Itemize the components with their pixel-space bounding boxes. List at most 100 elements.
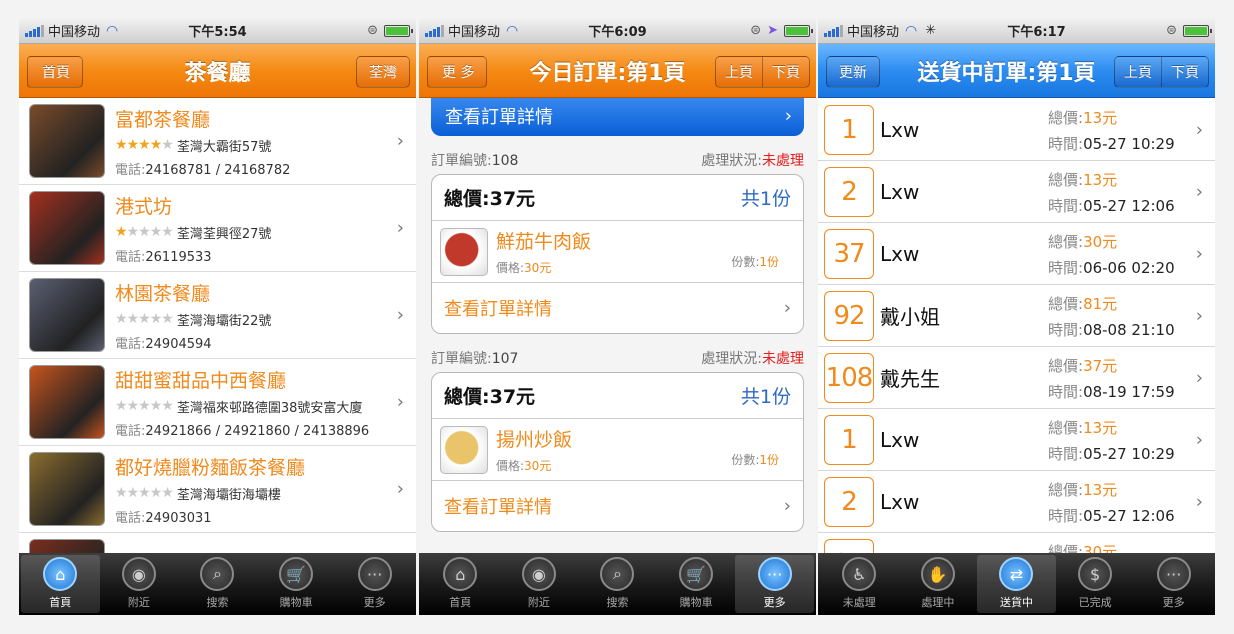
order-time: 05-27 12:06: [1083, 197, 1175, 215]
order-header: 訂單編號:107 處理狀況:未處理: [419, 348, 816, 368]
tab-more[interactable]: ··· 更多: [735, 555, 814, 613]
search-icon: ⌕: [200, 557, 235, 591]
restaurant-name: 甜甜蜜甜品中西餐廳: [115, 369, 287, 392]
total-label: 總價:: [1048, 295, 1084, 313]
phone-label: 電話:: [115, 336, 146, 352]
list-item[interactable]: 2 Lxw 總價:13元 時間:05-27 12:06 ›: [818, 161, 1215, 223]
list-item[interactable]: 37總價:30元›: [818, 533, 1215, 553]
phone-label: 電話:: [115, 249, 146, 265]
star-filled-icon: ★: [126, 137, 140, 153]
view-order-details-button[interactable]: 查看訂單詳情 ›: [432, 283, 803, 333]
tab-nearby[interactable]: ◉ 附近: [500, 555, 579, 613]
tab-cart[interactable]: 🛒 購物車: [657, 555, 736, 613]
tab-cart[interactable]: 🛒 購物車: [257, 555, 336, 613]
star-filled-icon: ★: [115, 137, 128, 153]
order-summary: 總價:30元: [1048, 539, 1117, 553]
tab-more[interactable]: ··· 更多: [335, 555, 414, 613]
back-button[interactable]: 更 多: [427, 56, 488, 88]
tab-completed[interactable]: $ 已完成: [1056, 555, 1135, 613]
list-item[interactable]: 92 戴小姐 總價:81元 時間:08-08 21:10 ›: [818, 285, 1215, 347]
tab-search[interactable]: ⌕ 搜索: [578, 555, 657, 613]
back-button[interactable]: 首頁: [27, 56, 83, 88]
screen-restaurant-list: 中国移动 ◠ 下午5:54 ⊜ 首頁 茶餐廳 荃灣 › 富都茶餐廳 ★★★★★ 荃灣大…: [19, 18, 416, 615]
phone-number: 26119533: [145, 249, 212, 265]
tab-search[interactable]: ⌕ 搜索: [178, 555, 257, 613]
refresh-button[interactable]: 更新: [826, 56, 880, 88]
order-time: 08-19 17:59: [1083, 383, 1175, 401]
tab-processing[interactable]: ✋ 處理中: [899, 555, 978, 613]
star-empty-icon: ★: [126, 398, 140, 414]
order-number-badge: 92: [824, 290, 874, 341]
order-card: 總價:37元 共1份 鮮茄牛肉飯 價格:30元 份數:1份 查看訂單詳情 ›: [431, 174, 804, 334]
list-item[interactable]: 108 戴先生 總價:37元 時間:08-19 17:59 ›: [818, 347, 1215, 409]
time-label: 時間:: [1048, 445, 1084, 463]
order-summary: 總價:37元 時間:08-19 17:59: [1048, 353, 1175, 405]
list-item[interactable]: 37 Lxw 總價:30元 時間:06-06 02:20 ›: [818, 223, 1215, 285]
view-order-details-button[interactable]: 查看訂單詳情 ›: [431, 98, 804, 136]
list-item[interactable]: 1 Lxw 總價:13元 時間:05-27 10:29 ›: [818, 409, 1215, 471]
total-label: 總價:: [1048, 171, 1084, 189]
battery-icon: [384, 24, 413, 37]
list-item[interactable]: › 港式坊 ★★★★★ 荃灣荃興徑27號 電話:26119533: [19, 185, 416, 272]
chevron-right-icon: ›: [1195, 367, 1203, 388]
list-item[interactable]: › 甜甜蜜甜品中西餐廳 ★★★★★ 荃灣福來邨路德圍38號安富大廈 電話:2492186…: [19, 359, 416, 446]
list-item[interactable]: 2 Lxw 總價:13元 時間:05-27 12:06 ›: [818, 471, 1215, 533]
tab-pending[interactable]: ♿ 未處理: [820, 555, 899, 613]
view-details-label: 查看訂單詳情: [444, 497, 552, 518]
more-icon: ···: [757, 557, 792, 591]
location-icon: ➤: [767, 23, 778, 38]
order-item[interactable]: 揚州炒飯 價格:30元 份數:1份: [432, 419, 803, 481]
time-label: 時間:: [1048, 507, 1084, 525]
status-bar: 中国移动 ◠ 下午6:09 ⊜ ➤: [419, 18, 816, 44]
page-title: 今日訂單:第1頁: [529, 60, 686, 86]
quantity-line: 份數:1份: [731, 451, 779, 468]
order-price: 13元: [1083, 109, 1118, 127]
home-icon: ⌂: [43, 557, 78, 591]
order-price: 81元: [1083, 295, 1118, 313]
list-item[interactable]: 新明發: [19, 533, 416, 553]
nearby-icon: ◉: [121, 557, 156, 591]
completed-icon: $: [1078, 557, 1113, 591]
restaurant-address: 荃灣海壩街22號: [176, 313, 272, 329]
total-label: 總價:: [1048, 357, 1084, 375]
list-item[interactable]: › 林園茶餐廳 ★★★★★ 荃灣海壩街22號 電話:24904594: [19, 272, 416, 359]
phone-number: 24921866 / 24921860 / 24138896: [145, 423, 370, 439]
tab-label: 附近: [127, 596, 150, 609]
list-item[interactable]: › 都好燒臘粉麵飯茶餐廳 ★★★★★ 荃灣海壩街海壩樓 電話:24903031: [19, 446, 416, 533]
tab-home[interactable]: ⌂ 首頁: [21, 555, 100, 613]
star-empty-icon: ★: [126, 485, 140, 501]
total-label: 總價:: [1048, 419, 1084, 437]
view-order-details-button[interactable]: 查看訂單詳情 ›: [432, 481, 803, 531]
cart-icon: 🛒: [679, 557, 714, 591]
tab-more[interactable]: ··· 更多: [1134, 555, 1213, 613]
order-price: 37元: [1083, 357, 1118, 375]
tab-home[interactable]: ⌂ 首頁: [421, 555, 500, 613]
battery-icon: [784, 24, 813, 37]
next-page-button[interactable]: 下頁: [762, 57, 809, 87]
address-line: ★★★★★ 荃灣海壩街22號: [115, 310, 271, 329]
prev-page-button[interactable]: 上頁: [716, 57, 762, 87]
tab-nearby[interactable]: ◉ 附近: [100, 555, 179, 613]
list-item[interactable]: 1 Lxw 總價:13元 時間:05-27 10:29 ›: [818, 99, 1215, 161]
food-qty: 1份: [759, 255, 779, 269]
status-label: 處理狀況:: [701, 351, 762, 367]
star-empty-icon: ★: [161, 137, 174, 153]
star-empty-icon: ★: [115, 485, 128, 501]
order-total: 總價:37元: [444, 386, 536, 408]
rating-stars: ★★★★★: [115, 398, 174, 414]
tab-label: 處理中: [921, 596, 955, 609]
order-item[interactable]: 鮮茄牛肉飯 價格:30元 份數:1份: [432, 221, 803, 283]
list-item[interactable]: › 富都茶餐廳 ★★★★★ 荃灣大霸街57號 電話:24168781 / 2416878…: [19, 98, 416, 185]
order-time: 08-08 21:10: [1083, 321, 1175, 339]
prev-page-button[interactable]: 上頁: [1115, 57, 1161, 87]
district-button[interactable]: 荃灣: [356, 56, 410, 88]
restaurant-address: 荃灣海壩街海壩樓: [176, 487, 281, 503]
order-summary: 總價:81元 時間:08-08 21:10: [1048, 291, 1175, 343]
tab-delivering[interactable]: ⇄ 送貨中: [977, 555, 1056, 613]
chevron-right-icon: ›: [783, 297, 791, 319]
tab-bar: ♿ 未處理 ✋ 處理中 ⇄ 送貨中 $ 已完成 ··· 更多: [818, 553, 1215, 615]
order-number-badge: 108: [824, 352, 874, 403]
next-page-button[interactable]: 下頁: [1161, 57, 1208, 87]
home-icon: ⌂: [443, 557, 478, 591]
order-number: 107: [491, 351, 519, 367]
